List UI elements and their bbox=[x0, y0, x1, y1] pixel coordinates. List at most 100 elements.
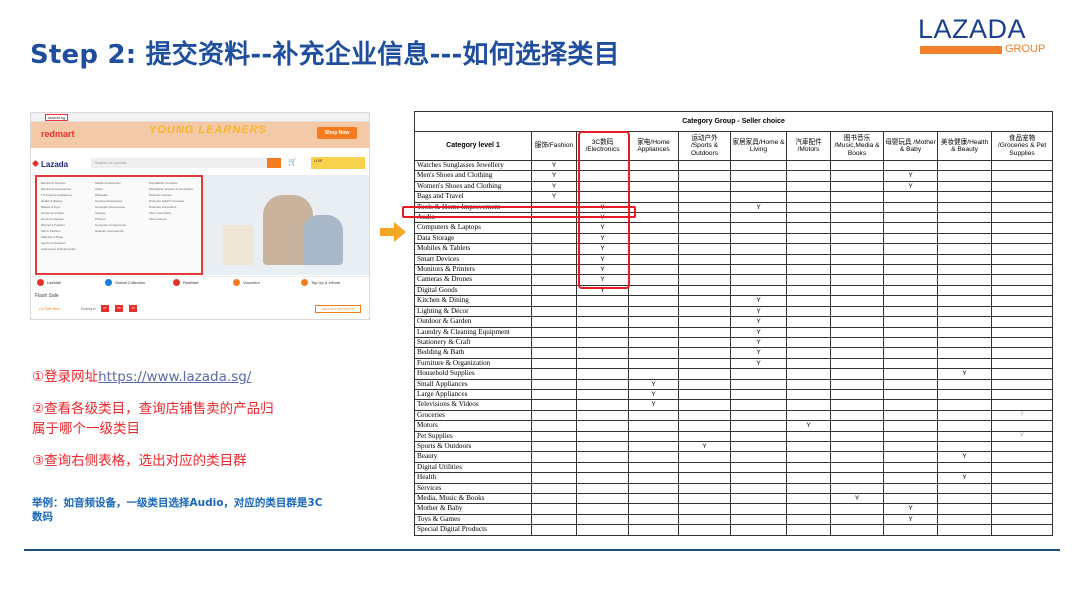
timer-box: 07 bbox=[101, 305, 109, 312]
table-cell bbox=[883, 451, 938, 463]
menu-item: Xbox Games bbox=[149, 217, 167, 221]
table-cell bbox=[990, 159, 1054, 172]
table-cell bbox=[628, 232, 679, 245]
table-cell bbox=[937, 316, 992, 328]
group-mark: Y bbox=[531, 180, 577, 193]
table-cell bbox=[883, 295, 938, 307]
table-cell bbox=[883, 222, 938, 234]
table-cell bbox=[786, 451, 831, 463]
table-cell bbox=[576, 420, 629, 432]
table-cell bbox=[628, 336, 679, 349]
search-box: Search in Lazada bbox=[91, 158, 281, 168]
category-level1-name: Outdoor & Garden bbox=[414, 316, 532, 328]
table-cell bbox=[730, 503, 787, 515]
table-cell bbox=[937, 388, 992, 401]
lazada-logo: Lazada bbox=[41, 160, 69, 169]
group-mark: Y bbox=[531, 159, 577, 172]
table-row: Pet Supplies Y bbox=[414, 430, 1054, 442]
category-level1-name: Mobiles & Tablets bbox=[414, 243, 532, 255]
table-cell bbox=[628, 513, 679, 526]
table-row: Mobiles & Tablets Y bbox=[414, 243, 1054, 255]
voucher-icon bbox=[233, 279, 240, 286]
table-cell bbox=[678, 222, 731, 234]
table-cell bbox=[786, 368, 831, 380]
table-cell bbox=[786, 180, 831, 193]
table-cell bbox=[883, 409, 938, 422]
table-cell bbox=[883, 524, 938, 536]
table-cell bbox=[678, 326, 731, 338]
group-mark: Y bbox=[531, 191, 577, 203]
table-cell bbox=[628, 451, 679, 463]
table-cell bbox=[830, 212, 884, 224]
cart-icon: 🛒 bbox=[288, 159, 297, 166]
table-cell bbox=[678, 274, 731, 286]
table-cell bbox=[883, 420, 938, 432]
table-cell bbox=[937, 243, 992, 255]
table-cell bbox=[883, 316, 938, 328]
table-cell bbox=[576, 388, 629, 401]
step-2-line1: ②查看各级类目，查询店铺售卖的产品归 bbox=[32, 401, 274, 417]
table-row: Data Storage Y bbox=[414, 232, 1054, 245]
table-cell bbox=[937, 440, 992, 453]
table-cell bbox=[628, 212, 679, 224]
table-cell bbox=[628, 368, 679, 380]
category-level1-name: Bags and Travel bbox=[414, 191, 532, 203]
table-cell bbox=[531, 222, 577, 234]
table-cell bbox=[786, 295, 831, 307]
lazada-url-link[interactable]: https://www.lazada.sg/ bbox=[98, 369, 251, 385]
table-cell bbox=[531, 274, 577, 286]
logo-group-text: GROUP bbox=[1005, 43, 1046, 55]
table-cell bbox=[830, 388, 884, 401]
category-level1-name: Televisions & Videos bbox=[414, 399, 532, 411]
table-cell bbox=[678, 243, 731, 255]
table-cell bbox=[990, 295, 1054, 307]
table-cell bbox=[937, 430, 992, 442]
table-row: Computers & Laptops Y bbox=[414, 222, 1054, 234]
step-3: ③查询右侧表格，选出对应的类目群 bbox=[32, 453, 247, 469]
category-level1-name: Lighting & Décor bbox=[414, 305, 532, 318]
table-row: Kitchen & Dining Y bbox=[414, 295, 1054, 307]
table-cell bbox=[531, 253, 577, 266]
table-cell bbox=[830, 513, 884, 526]
table-cell bbox=[990, 461, 1054, 474]
nav-item: Global Collection bbox=[115, 280, 146, 285]
table-cell bbox=[830, 482, 884, 495]
table-cell bbox=[990, 274, 1054, 286]
table-cell bbox=[628, 191, 679, 203]
category-level1-name: Bedding & Bath bbox=[414, 347, 532, 359]
table-row: Special Digital Products bbox=[414, 524, 1054, 536]
table-cell bbox=[531, 513, 577, 526]
table-cell bbox=[786, 461, 831, 474]
table-cell bbox=[786, 430, 831, 442]
url-text: lazada.sg bbox=[45, 114, 69, 121]
table-cell bbox=[730, 461, 787, 474]
shop-all-button: SHOP ALL PRODUCTS bbox=[315, 305, 361, 313]
nav-item: LazMall bbox=[47, 280, 61, 285]
table-row: Digital Utilities bbox=[414, 461, 1054, 474]
table-cell bbox=[830, 284, 884, 297]
hero-photo bbox=[203, 175, 369, 275]
table-cell bbox=[786, 482, 831, 495]
category-level1-name: Digital Goods bbox=[414, 284, 532, 297]
table-cell bbox=[786, 159, 831, 172]
table-cell bbox=[990, 201, 1054, 214]
table-cell bbox=[937, 212, 992, 224]
category-level1-name: Pet Supplies bbox=[414, 430, 532, 442]
group-mark: Y bbox=[937, 472, 992, 484]
table-cell bbox=[531, 295, 577, 307]
table-cell bbox=[531, 326, 577, 338]
table-cell bbox=[730, 492, 787, 505]
table-cell bbox=[678, 305, 731, 318]
table-cell bbox=[678, 430, 731, 442]
table-cell bbox=[576, 368, 629, 380]
table-cell bbox=[531, 243, 577, 255]
category-level1-name: Services bbox=[414, 482, 532, 495]
table-cell bbox=[937, 503, 992, 515]
category-level1-name: Kitchen & Dining bbox=[414, 295, 532, 307]
category-level1-name: Sports & Outdoors bbox=[414, 440, 532, 453]
logo-orange-bar bbox=[920, 46, 1002, 54]
arrow-right-icon bbox=[380, 222, 406, 242]
table-cell bbox=[883, 336, 938, 349]
category-level1-name: Motors bbox=[414, 420, 532, 432]
category-level1-name: Men's Shoes and Clothing bbox=[414, 170, 532, 182]
